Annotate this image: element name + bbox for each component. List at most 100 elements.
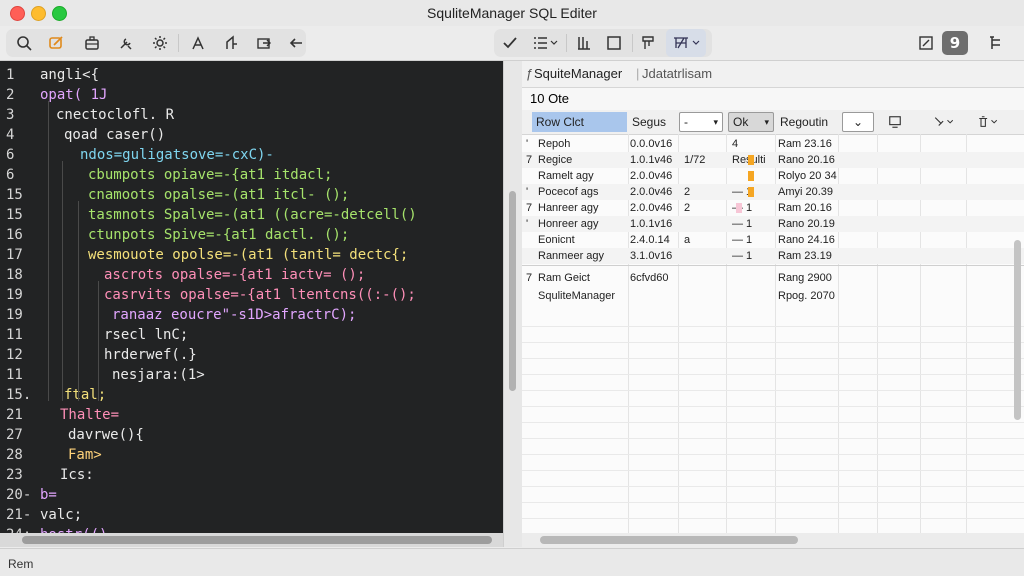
badge-icon[interactable]: 9 [942, 31, 968, 55]
code-line[interactable]: 24: hostr(() [0, 525, 503, 533]
tree-icon[interactable] [982, 29, 1010, 57]
code-line[interactable]: 23 Ics: [0, 465, 503, 485]
pin-menu-icon[interactable] [928, 112, 962, 132]
table-cell: Ram 20.16 [778, 202, 832, 214]
grid-row-line [522, 454, 1024, 455]
editor-horizontal-scrollbar[interactable] [0, 533, 503, 547]
line-number: 6 [6, 147, 15, 163]
column-chevron-button[interactable]: ⌄ [842, 112, 874, 132]
code-text: cbumpots opiave=-{at1 itdacl; [88, 167, 333, 183]
code-line[interactable]: 15 cnamoots opalse=-(at1 itcl- (); [0, 185, 503, 205]
code-line[interactable]: 27 davrwe(){ [0, 425, 503, 445]
export-icon[interactable] [250, 29, 278, 57]
code-line[interactable]: 6 cbumpots opiave=-{at1 itdacl; [0, 165, 503, 185]
table-cell: 2 [684, 202, 691, 214]
branch-icon[interactable] [184, 29, 212, 57]
sql-editor[interactable]: 1 angli<{ 2 opat( 1J 3 cnectoclofl. R 4 qoad ca… [0, 61, 503, 533]
code-line[interactable]: 17 wesmouote opolse=-(at1 (tantl= dectc{; [0, 245, 503, 265]
briefcase-icon[interactable] [78, 29, 106, 57]
tab-divider: | [636, 66, 640, 81]
editor-vertical-thumb[interactable] [509, 191, 516, 391]
trash-menu-icon[interactable] [972, 112, 1012, 132]
code-line[interactable]: 6 ndos=guligatsove=-cxC)- [0, 145, 503, 165]
table-cell: 6cfvd60 [630, 272, 669, 284]
tab-squitemanager[interactable]: SquiteManager [534, 66, 622, 81]
code-line[interactable]: 15. ftal; [0, 385, 503, 405]
column-header-rowclct[interactable]: Row Clct [532, 112, 627, 132]
results-grid[interactable]: Row Clct Segus - ▾ Ok ▾ Regoutin ⌄ ' Rep… [522, 110, 1024, 547]
code-line[interactable]: 4 qoad caser() [0, 125, 503, 145]
code-text: angli<{ [40, 67, 100, 83]
column-header-regoutin[interactable]: Regoutin [776, 112, 842, 132]
settings-cog-icon[interactable] [146, 29, 174, 57]
filter-icon[interactable] [666, 29, 706, 57]
code-line[interactable]: 12 hrderwef(.} [0, 345, 503, 365]
column-header-segus[interactable]: Segus [628, 112, 676, 132]
results-count: 10 Ote [530, 91, 570, 106]
editor-scroll-thumb[interactable] [22, 536, 492, 544]
column-header-ok[interactable]: Ok ▾ [728, 112, 774, 132]
table-cell: 1.0.1v16 [630, 218, 673, 230]
code-text: hostr(() [40, 525, 107, 533]
code-text: hrderwef(.} [104, 347, 197, 363]
code-line[interactable]: 21- valc; [0, 505, 503, 525]
code-text: rsecl lnC; [104, 327, 189, 343]
table-row[interactable]: ' Pocecof ags 2.0.0v46 2— 1 Amyi 20.39 [522, 184, 1024, 200]
status-bar: Rem [0, 548, 1024, 576]
code-line[interactable]: 3 cnectoclofl. R [0, 105, 503, 125]
status-marker [748, 171, 754, 181]
code-line[interactable]: 21 Thalte= [0, 405, 503, 425]
table-row[interactable]: Ranmeer agy 3.1.0v16 — 1 Ram 23.19 [522, 248, 1024, 264]
square-icon[interactable] [600, 29, 628, 57]
code-line[interactable]: 15 tasmnots Spalve=-(at1 ((acre=-detcell(… [0, 205, 503, 225]
status-marker [748, 155, 754, 165]
table-row[interactable]: Eonicnt 2.4.0.14 a — 1 Rano 24.16 [522, 232, 1024, 248]
table-cell: Hanreer agy [538, 202, 599, 214]
grid-row-line [522, 406, 1024, 407]
editor-vertical-scrollbar[interactable] [503, 61, 522, 547]
results-scroll-thumb[interactable] [540, 536, 798, 544]
code-line[interactable]: 28 Fam> [0, 445, 503, 465]
split-icon[interactable] [218, 29, 246, 57]
code-line[interactable]: 16 ctunpots Spive=-{at1 dactl. (); [0, 225, 503, 245]
check-icon[interactable] [496, 29, 524, 57]
grid-row-line [522, 502, 1024, 503]
code-line[interactable]: 20- b= [0, 485, 503, 505]
table-row[interactable]: Ramelt agy 2.0.0v46 Rolyo 20 34 [522, 168, 1024, 184]
grid-row-line [522, 374, 1024, 375]
table-row[interactable]: 7Regice1.0.1v461/72ResultiRano 20.16 [522, 152, 1024, 168]
table-row[interactable]: ' Repoh 0.0.0v16 4 Ram 23.16 [522, 136, 1024, 152]
code-line[interactable]: 19 casrvits opalse=-{at1 ltentcns((:-(); [0, 285, 503, 305]
monitor-icon[interactable] [884, 112, 908, 132]
line-number: 4 [6, 127, 15, 143]
grid-row-line [522, 358, 1024, 359]
results-vertical-thumb[interactable] [1014, 240, 1021, 420]
table-cell: 2 [684, 186, 691, 198]
search-icon[interactable] [10, 29, 38, 57]
back-arrow-icon[interactable] [282, 29, 310, 57]
code-line[interactable]: 18 ascrots opalse=-{at1 iactv= (); [0, 265, 503, 285]
columns-icon[interactable] [570, 29, 598, 57]
tools-icon[interactable] [112, 29, 140, 57]
table-cell: Rano 20.19 [778, 218, 835, 230]
code-line[interactable]: 1 angli<{ [0, 65, 503, 85]
results-horizontal-scrollbar[interactable] [522, 533, 1024, 547]
code-text: casrvits opalse=-{at1 ltentcns((:-(); [104, 287, 416, 303]
results-vertical-scrollbar[interactable] [1010, 110, 1024, 533]
line-number: 1 [6, 67, 15, 83]
table-row[interactable]: 7 Hanreer agy 2.0.0v46 2— 1 Ram 20.16 [522, 200, 1024, 216]
format-icon[interactable] [634, 29, 662, 57]
table-row[interactable]: ' Honreer agy 1.0.1v16 — 1 Rano 20.19 [522, 216, 1024, 232]
tab-jdatatrlisam[interactable]: Jdatatrlisam [642, 66, 712, 81]
list-icon[interactable] [528, 29, 562, 57]
code-line[interactable]: 11 rsecl lnC; [0, 325, 503, 345]
code-line[interactable]: 2 opat( 1J [0, 85, 503, 105]
edit-icon[interactable] [42, 29, 70, 57]
code-text: ctunpots Spive=-{at1 dactl. (); [88, 227, 350, 243]
table-row[interactable]: SquliteManager Rpog. 2070 [522, 288, 1024, 304]
column-header-filter[interactable]: - ▾ [679, 112, 723, 132]
edit-square-icon[interactable] [912, 29, 940, 57]
code-line[interactable]: 19 ranaaz eoucre"-s1D>afractrC); [0, 305, 503, 325]
table-row[interactable]: 7 Ram Geict 6cfvd60 Rang 2900 [522, 270, 1024, 286]
code-line[interactable]: 11 nesjara:(1> [0, 365, 503, 385]
